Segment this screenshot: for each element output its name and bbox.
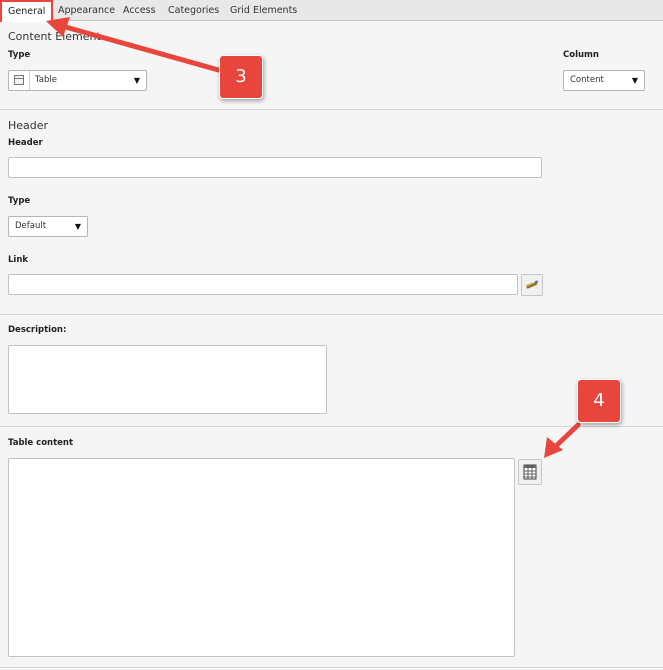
table-wizard-button[interactable] xyxy=(518,459,542,485)
header-type-label: Type xyxy=(8,196,31,206)
arrow-4 xyxy=(553,422,581,449)
tab-appearance[interactable]: Appearance xyxy=(58,0,115,21)
callout-4-badge: 4 xyxy=(577,379,621,423)
table-content-textarea[interactable] xyxy=(8,458,515,657)
type-label: Type xyxy=(8,50,31,60)
column-select[interactable]: Content ▼ xyxy=(563,70,645,91)
divider xyxy=(0,667,663,668)
tab-access[interactable]: Access xyxy=(123,0,156,21)
divider xyxy=(0,109,663,110)
header-type-select[interactable]: Default ▼ xyxy=(8,216,88,237)
table-icon xyxy=(9,71,30,90)
tab-bar: General Appearance Access Categories Gri… xyxy=(0,0,663,22)
tab-general[interactable]: General xyxy=(0,0,54,22)
content-type-value: Table xyxy=(35,75,57,85)
link-wizard-icon xyxy=(525,280,538,289)
chevron-down-icon: ▼ xyxy=(133,76,140,85)
column-label: Column xyxy=(563,50,599,60)
link-label: Link xyxy=(8,255,29,265)
header-type-value: Default xyxy=(15,221,47,231)
arrowhead-4 xyxy=(544,437,563,458)
table-content-label: Table content xyxy=(8,438,74,448)
link-wizard-button[interactable] xyxy=(521,274,543,296)
tab-grid-elements[interactable]: Grid Elements xyxy=(230,0,297,21)
description-label: Description: xyxy=(8,325,67,335)
section-title-header: Header xyxy=(8,119,49,132)
link-input[interactable] xyxy=(8,274,518,295)
callout-3-badge: 3 xyxy=(219,55,263,99)
chevron-down-icon: ▼ xyxy=(631,76,638,85)
chevron-down-icon: ▼ xyxy=(74,222,81,231)
section-title-content-element: Content Element xyxy=(8,30,101,43)
divider xyxy=(0,314,663,315)
header-label: Header xyxy=(8,138,43,148)
divider xyxy=(0,426,663,427)
description-textarea[interactable] xyxy=(8,345,327,414)
content-type-select[interactable]: Table ▼ xyxy=(8,70,147,91)
tab-categories[interactable]: Categories xyxy=(168,0,219,21)
column-value: Content xyxy=(570,75,604,85)
header-input[interactable] xyxy=(8,157,542,178)
table-wizard-icon xyxy=(523,464,537,480)
